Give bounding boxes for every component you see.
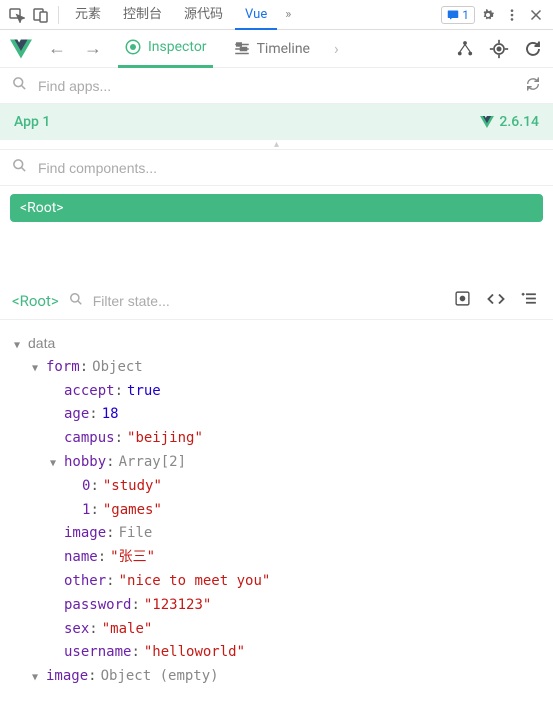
inspect-element-icon[interactable] xyxy=(6,4,28,26)
caret-icon[interactable] xyxy=(32,360,44,377)
app-bar[interactable]: App 1 2.6.14 xyxy=(0,104,553,140)
data-form-campus[interactable]: campus: "beijing" xyxy=(14,427,539,451)
app-name: App 1 xyxy=(14,114,50,130)
filter-state-input[interactable] xyxy=(93,293,441,309)
data-form-sex[interactable]: sex: "male" xyxy=(14,618,539,642)
devtools-tab-bar: 元素 控制台 源代码 Vue » 1 xyxy=(0,0,553,30)
state-component-name: <Root> xyxy=(12,292,59,310)
data-section[interactable]: data xyxy=(14,332,539,356)
component-tree-root[interactable]: <Root> xyxy=(10,194,543,222)
search-icon xyxy=(69,292,83,310)
components-graph-icon[interactable] xyxy=(455,39,475,59)
vue-logo-icon xyxy=(10,39,32,59)
search-icon xyxy=(12,76,28,95)
tab-elements[interactable]: 元素 xyxy=(65,0,111,30)
more-tabs-icon[interactable]: » xyxy=(279,7,297,22)
vue-toolbar: ← → Inspector Timeline › xyxy=(0,30,553,68)
tab-vue[interactable]: Vue xyxy=(235,0,277,30)
app-version: 2.6.14 xyxy=(480,114,539,130)
state-header: <Root> xyxy=(0,282,553,320)
data-form-password[interactable]: password: "123123" xyxy=(14,594,539,618)
tab-inspector-label: Inspector xyxy=(148,39,207,55)
scroll-to-component-icon[interactable] xyxy=(451,290,474,311)
locate-icon[interactable] xyxy=(489,39,509,59)
tab-timeline-label: Timeline xyxy=(257,41,310,57)
state-data-tree: data form: Object accept: true age: 18 c… xyxy=(0,320,553,701)
find-apps-row xyxy=(0,68,553,104)
data-form-other[interactable]: other: "nice to meet you" xyxy=(14,570,539,594)
message-count: 1 xyxy=(462,8,469,22)
data-form-name[interactable]: name: "张三" xyxy=(14,546,539,570)
chevron-right-icon[interactable]: › xyxy=(330,39,343,58)
close-icon[interactable] xyxy=(525,4,547,26)
menu-icon[interactable] xyxy=(518,290,541,311)
caret-icon[interactable] xyxy=(14,337,26,354)
timeline-icon xyxy=(233,40,251,58)
inspect-dom-icon[interactable] xyxy=(484,292,508,310)
messages-badge[interactable]: 1 xyxy=(441,6,475,24)
find-apps-input[interactable] xyxy=(38,78,515,94)
data-form-hobby-0[interactable]: 0: "study" xyxy=(14,475,539,499)
tab-sources[interactable]: 源代码 xyxy=(174,0,233,30)
tab-timeline[interactable]: Timeline xyxy=(227,30,316,68)
data-form-hobby[interactable]: hobby: Array[2] xyxy=(14,451,539,475)
find-components-row xyxy=(0,150,553,186)
search-icon xyxy=(12,158,28,177)
panel-grip-icon[interactable]: ▴ xyxy=(0,140,553,150)
find-components-input[interactable] xyxy=(38,160,541,176)
tab-console[interactable]: 控制台 xyxy=(113,0,172,30)
caret-icon[interactable] xyxy=(50,455,62,472)
kebab-menu-icon[interactable] xyxy=(501,4,523,26)
data-form-accept[interactable]: accept: true xyxy=(14,380,539,404)
data-form-image[interactable]: image: File xyxy=(14,522,539,546)
refresh-icon[interactable] xyxy=(525,76,541,96)
nav-forward-icon[interactable]: → xyxy=(82,38,104,59)
gear-icon[interactable] xyxy=(477,4,499,26)
reload-icon[interactable] xyxy=(523,39,543,59)
data-form[interactable]: form: Object xyxy=(14,356,539,380)
nav-back-icon[interactable]: ← xyxy=(46,38,68,59)
data-form-age[interactable]: age: 18 xyxy=(14,403,539,427)
separator xyxy=(58,6,59,24)
target-icon xyxy=(124,38,142,56)
device-toggle-icon[interactable] xyxy=(30,4,52,26)
caret-icon[interactable] xyxy=(32,669,44,686)
tab-inspector[interactable]: Inspector xyxy=(118,30,213,68)
data-form-hobby-1[interactable]: 1: "games" xyxy=(14,499,539,523)
data-image[interactable]: image: Object (empty) xyxy=(14,665,539,689)
data-form-username[interactable]: username: "helloworld" xyxy=(14,641,539,665)
